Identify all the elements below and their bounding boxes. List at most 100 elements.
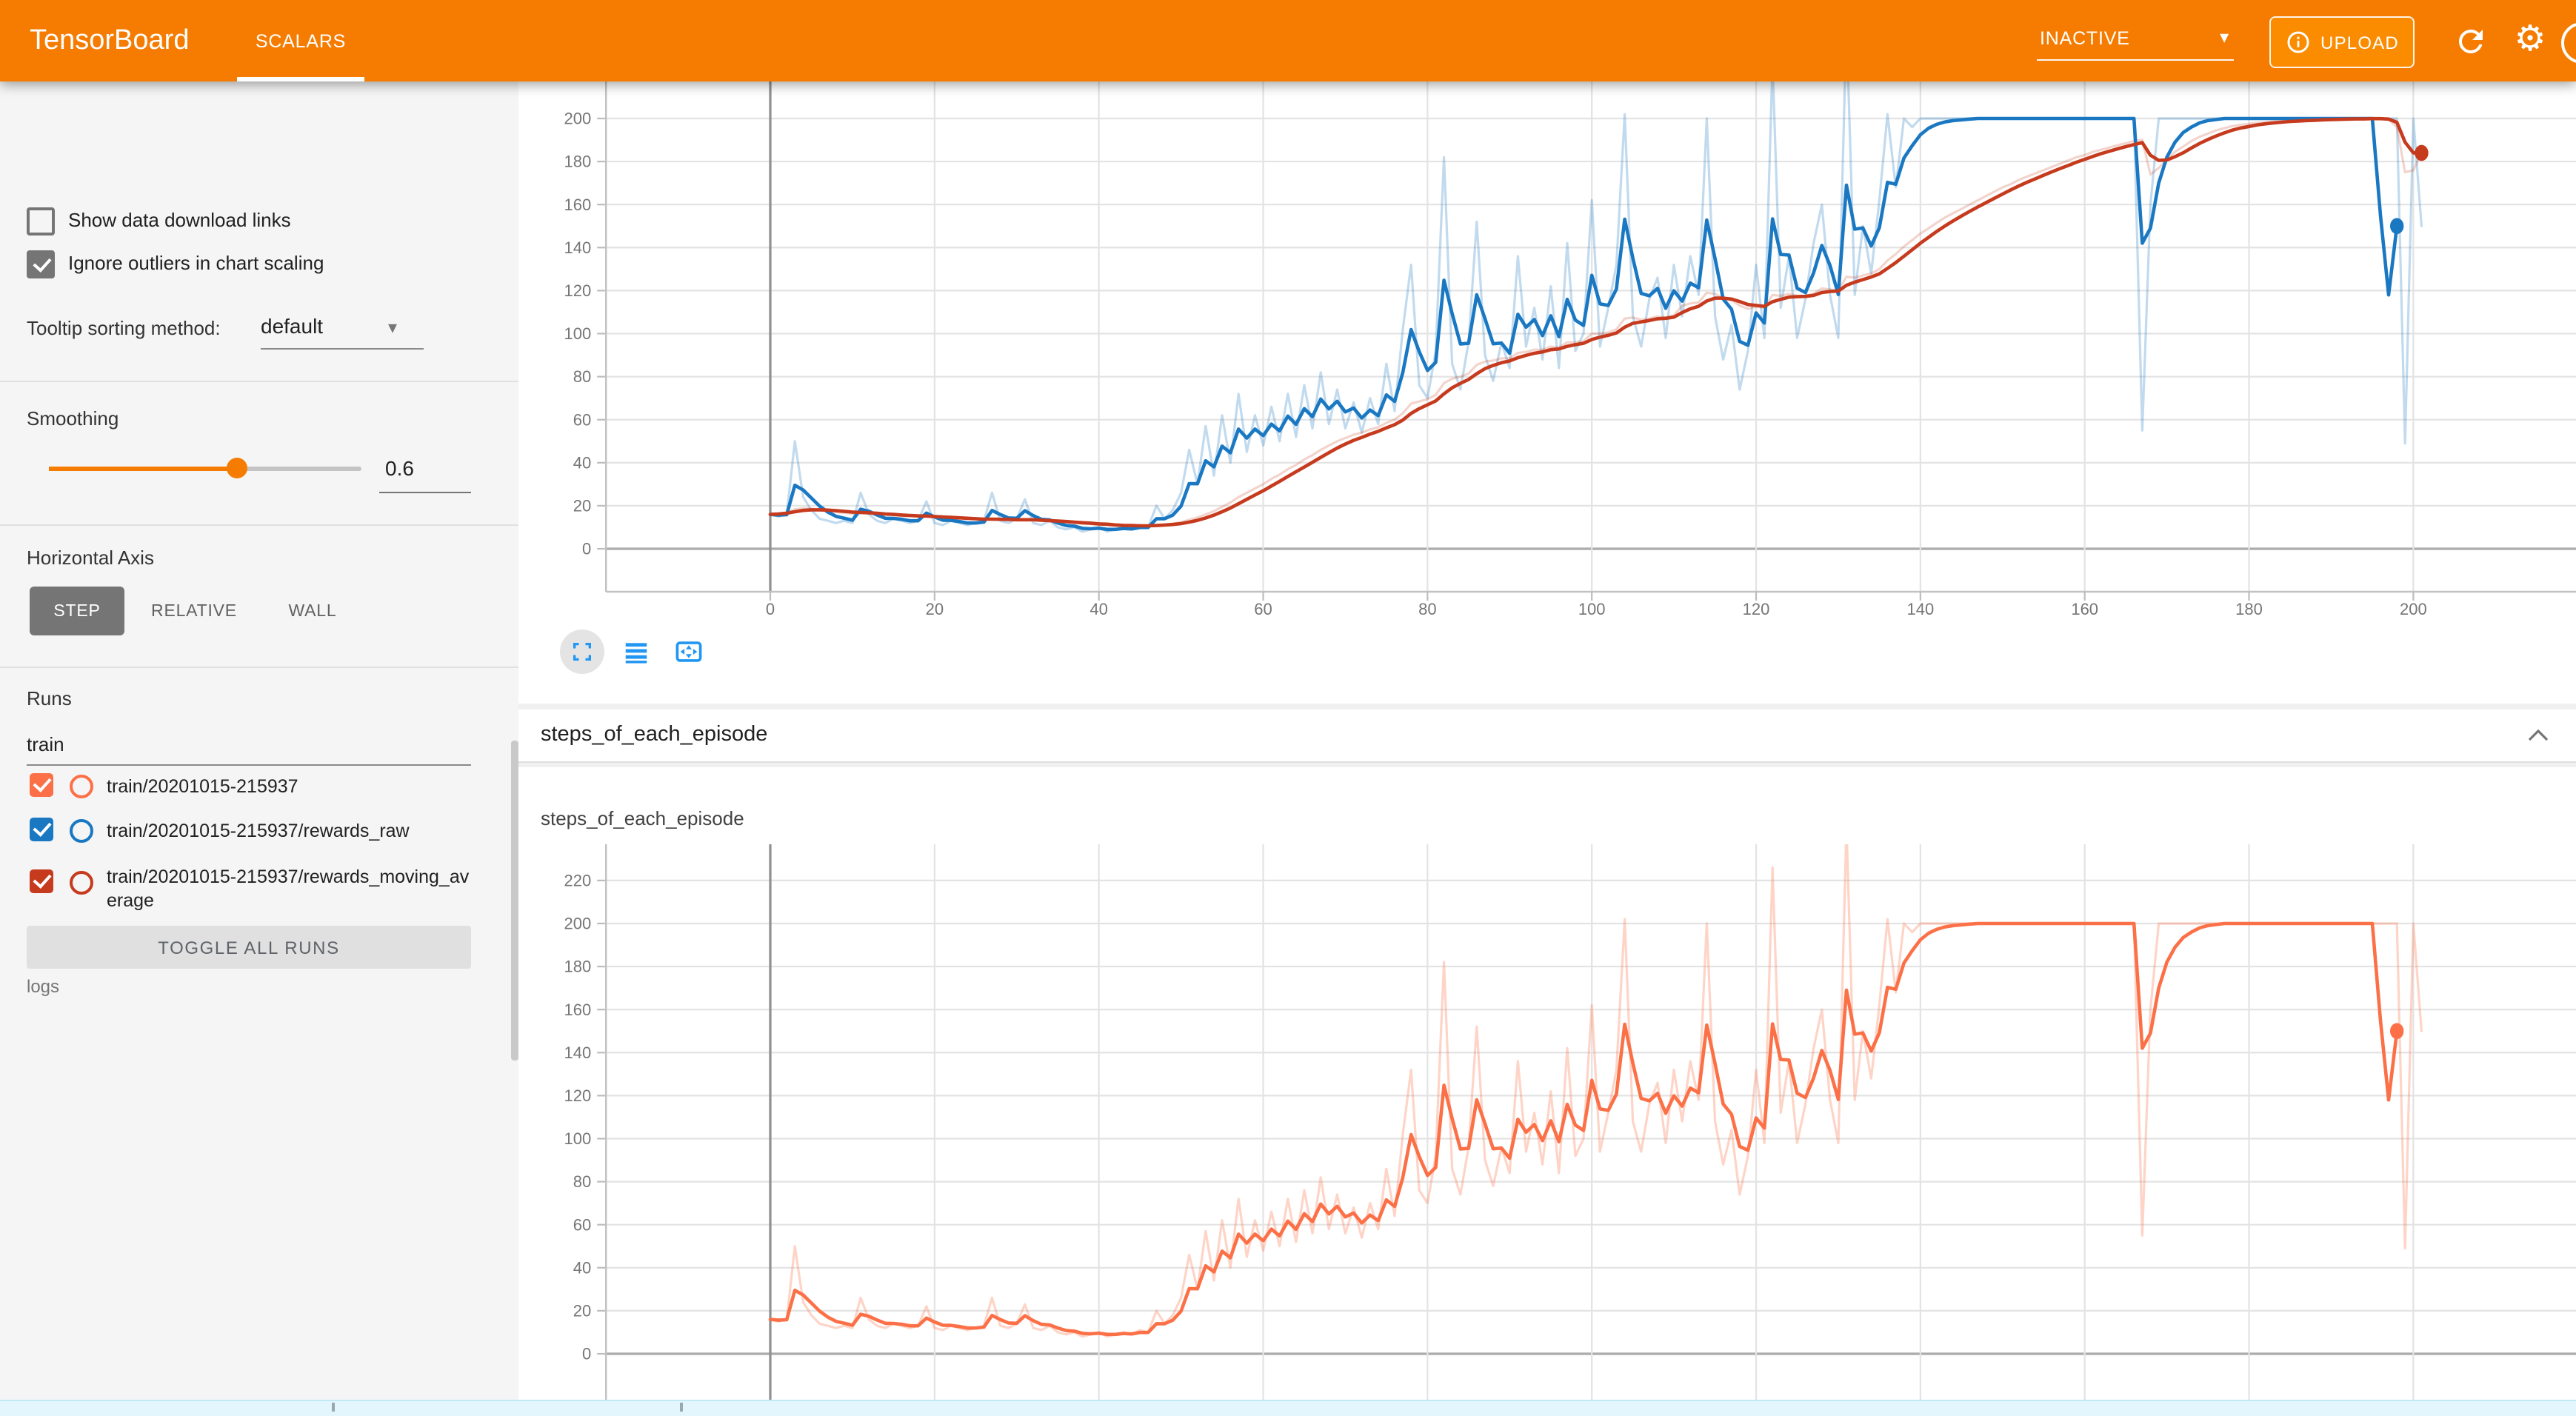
chart-toolbar (560, 628, 711, 675)
svg-text:80: 80 (1418, 600, 1436, 618)
svg-text:80: 80 (573, 1172, 591, 1191)
haxis-step-button[interactable]: STEP (30, 587, 124, 635)
tab-scalars[interactable]: SCALARS (237, 0, 364, 81)
svg-text:100: 100 (564, 1129, 591, 1148)
smoothing-value-field[interactable]: 0.6 (385, 456, 414, 480)
svg-text:220: 220 (564, 871, 591, 889)
app-header: TensorBoard SCALARS INACTIVE ▾ UPLOAD ⚙ (0, 0, 2576, 81)
log-scale-icon[interactable] (613, 629, 658, 674)
svg-text:60: 60 (573, 1215, 591, 1234)
toggle-all-runs-button[interactable]: TOGGLE ALL RUNS (27, 926, 471, 969)
steps-chart-plot[interactable]: 0 20 40 60 80 100 120 140 160 180 200 220 (518, 767, 2576, 1416)
check-icon (32, 253, 50, 273)
svg-text:20: 20 (573, 496, 591, 515)
svg-text:40: 40 (1090, 600, 1107, 618)
run-color-ring[interactable] (70, 871, 93, 895)
ignore-outliers-label: Ignore outliers in chart scaling (68, 252, 324, 274)
rewards-chart-plot[interactable]: 0204060801001201401601802000204060801001… (518, 81, 2576, 704)
svg-text:180: 180 (564, 958, 591, 976)
section-title: steps_of_each_episode (541, 723, 767, 747)
logs-group-label: logs (27, 976, 59, 997)
smoothing-value-underline (379, 492, 471, 493)
svg-text:40: 40 (573, 453, 591, 472)
runs-filter-underline (27, 764, 471, 766)
run-label: train/20201015-215937 (107, 775, 471, 798)
run-item[interactable]: train/20201015-215937/rewards_moving_ave… (0, 864, 518, 920)
settings-sidebar: Show data download links Ignore outliers… (0, 81, 518, 1416)
svg-text:20: 20 (573, 1301, 591, 1320)
collapse-chevron-icon[interactable] (2527, 729, 2549, 742)
sidebar-scrollbar[interactable] (511, 741, 518, 1061)
check-icon (32, 869, 50, 889)
haxis-relative-button[interactable]: RELATIVE (141, 587, 247, 635)
rewards-chart-card: 0204060801001201401601802000204060801001… (518, 81, 2576, 704)
smoothing-label: Smoothing (27, 407, 119, 430)
haxis-wall-button[interactable]: WALL (276, 587, 350, 635)
refresh-icon[interactable] (2453, 24, 2489, 59)
run-color-ring[interactable] (70, 819, 93, 843)
svg-text:160: 160 (564, 196, 591, 214)
svg-text:60: 60 (573, 410, 591, 429)
check-icon (32, 818, 50, 837)
upload-button[interactable]: UPLOAD (2269, 16, 2415, 68)
check-icon (32, 773, 50, 792)
runs-filter-input[interactable]: train (27, 733, 471, 755)
svg-text:180: 180 (2235, 600, 2263, 618)
tooltip-sorting-dropdown[interactable]: default (261, 314, 323, 338)
svg-text:160: 160 (2071, 600, 2098, 618)
svg-text:200: 200 (564, 110, 591, 128)
smoothing-slider-thumb[interactable] (227, 458, 247, 479)
svg-text:200: 200 (2400, 600, 2427, 618)
run-color-ring[interactable] (70, 775, 93, 798)
svg-text:20: 20 (926, 600, 944, 618)
info-icon (2285, 30, 2310, 55)
svg-text:140: 140 (1906, 600, 1934, 618)
svg-text:140: 140 (564, 1043, 591, 1062)
run-label: train/20201015-215937/rewards_raw (107, 819, 471, 843)
svg-text:120: 120 (564, 281, 591, 300)
svg-text:120: 120 (564, 1086, 591, 1105)
svg-text:160: 160 (564, 1001, 591, 1019)
run-checkbox[interactable] (30, 773, 53, 797)
svg-text:100: 100 (1578, 600, 1606, 618)
expand-card-icon[interactable] (560, 629, 604, 674)
tooltip-sorting-label: Tooltip sorting method: (27, 317, 221, 339)
svg-text:100: 100 (564, 324, 591, 343)
settings-gear-icon[interactable]: ⚙ (2509, 16, 2551, 64)
help-icon[interactable] (2561, 22, 2576, 64)
smoothing-slider[interactable] (49, 467, 361, 470)
svg-text:0: 0 (766, 600, 775, 618)
divider (0, 381, 518, 382)
status-value: INACTIVE (2040, 28, 2130, 49)
divider (0, 524, 518, 526)
smoothing-slider-fill (49, 467, 237, 470)
scrollbar-tick (680, 1403, 682, 1412)
svg-text:120: 120 (1743, 600, 1770, 618)
section-header-steps[interactable]: steps_of_each_episode (518, 709, 2576, 763)
show-download-links-label: Show data download links (68, 209, 291, 231)
svg-text:200: 200 (564, 915, 591, 933)
steps-chart-card: steps_of_each_episode 020406080100120140… (518, 767, 2576, 1416)
app-title: TensorBoard (30, 0, 189, 81)
svg-text:80: 80 (573, 367, 591, 386)
run-label: train/20201015-215937/rewards_moving_ave… (107, 865, 471, 912)
show-download-links-checkbox[interactable] (27, 207, 55, 236)
chevron-down-icon: ▾ (388, 317, 397, 338)
divider (0, 667, 518, 668)
svg-text:180: 180 (564, 153, 591, 171)
tooltip-dropdown-underline (261, 348, 424, 350)
svg-text:60: 60 (1254, 600, 1272, 618)
ignore-outliers-checkbox[interactable] (27, 250, 55, 278)
svg-text:0: 0 (582, 1345, 591, 1363)
horizontal-scrollbar[interactable] (0, 1400, 2576, 1416)
status-dropdown[interactable]: INACTIVE ▾ (2037, 21, 2234, 61)
runs-section-label: Runs (27, 687, 72, 709)
chevron-down-icon: ▾ (2220, 27, 2229, 47)
fit-domain-icon[interactable] (667, 629, 711, 674)
run-checkbox[interactable] (30, 869, 53, 893)
run-item[interactable]: train/20201015-215937 (0, 773, 518, 812)
svg-text:40: 40 (573, 1258, 591, 1277)
tensorboard-app: TensorBoard SCALARS INACTIVE ▾ UPLOAD ⚙ … (0, 0, 2576, 1416)
run-item[interactable]: train/20201015-215937/rewards_raw (0, 818, 518, 856)
run-checkbox[interactable] (30, 818, 53, 841)
